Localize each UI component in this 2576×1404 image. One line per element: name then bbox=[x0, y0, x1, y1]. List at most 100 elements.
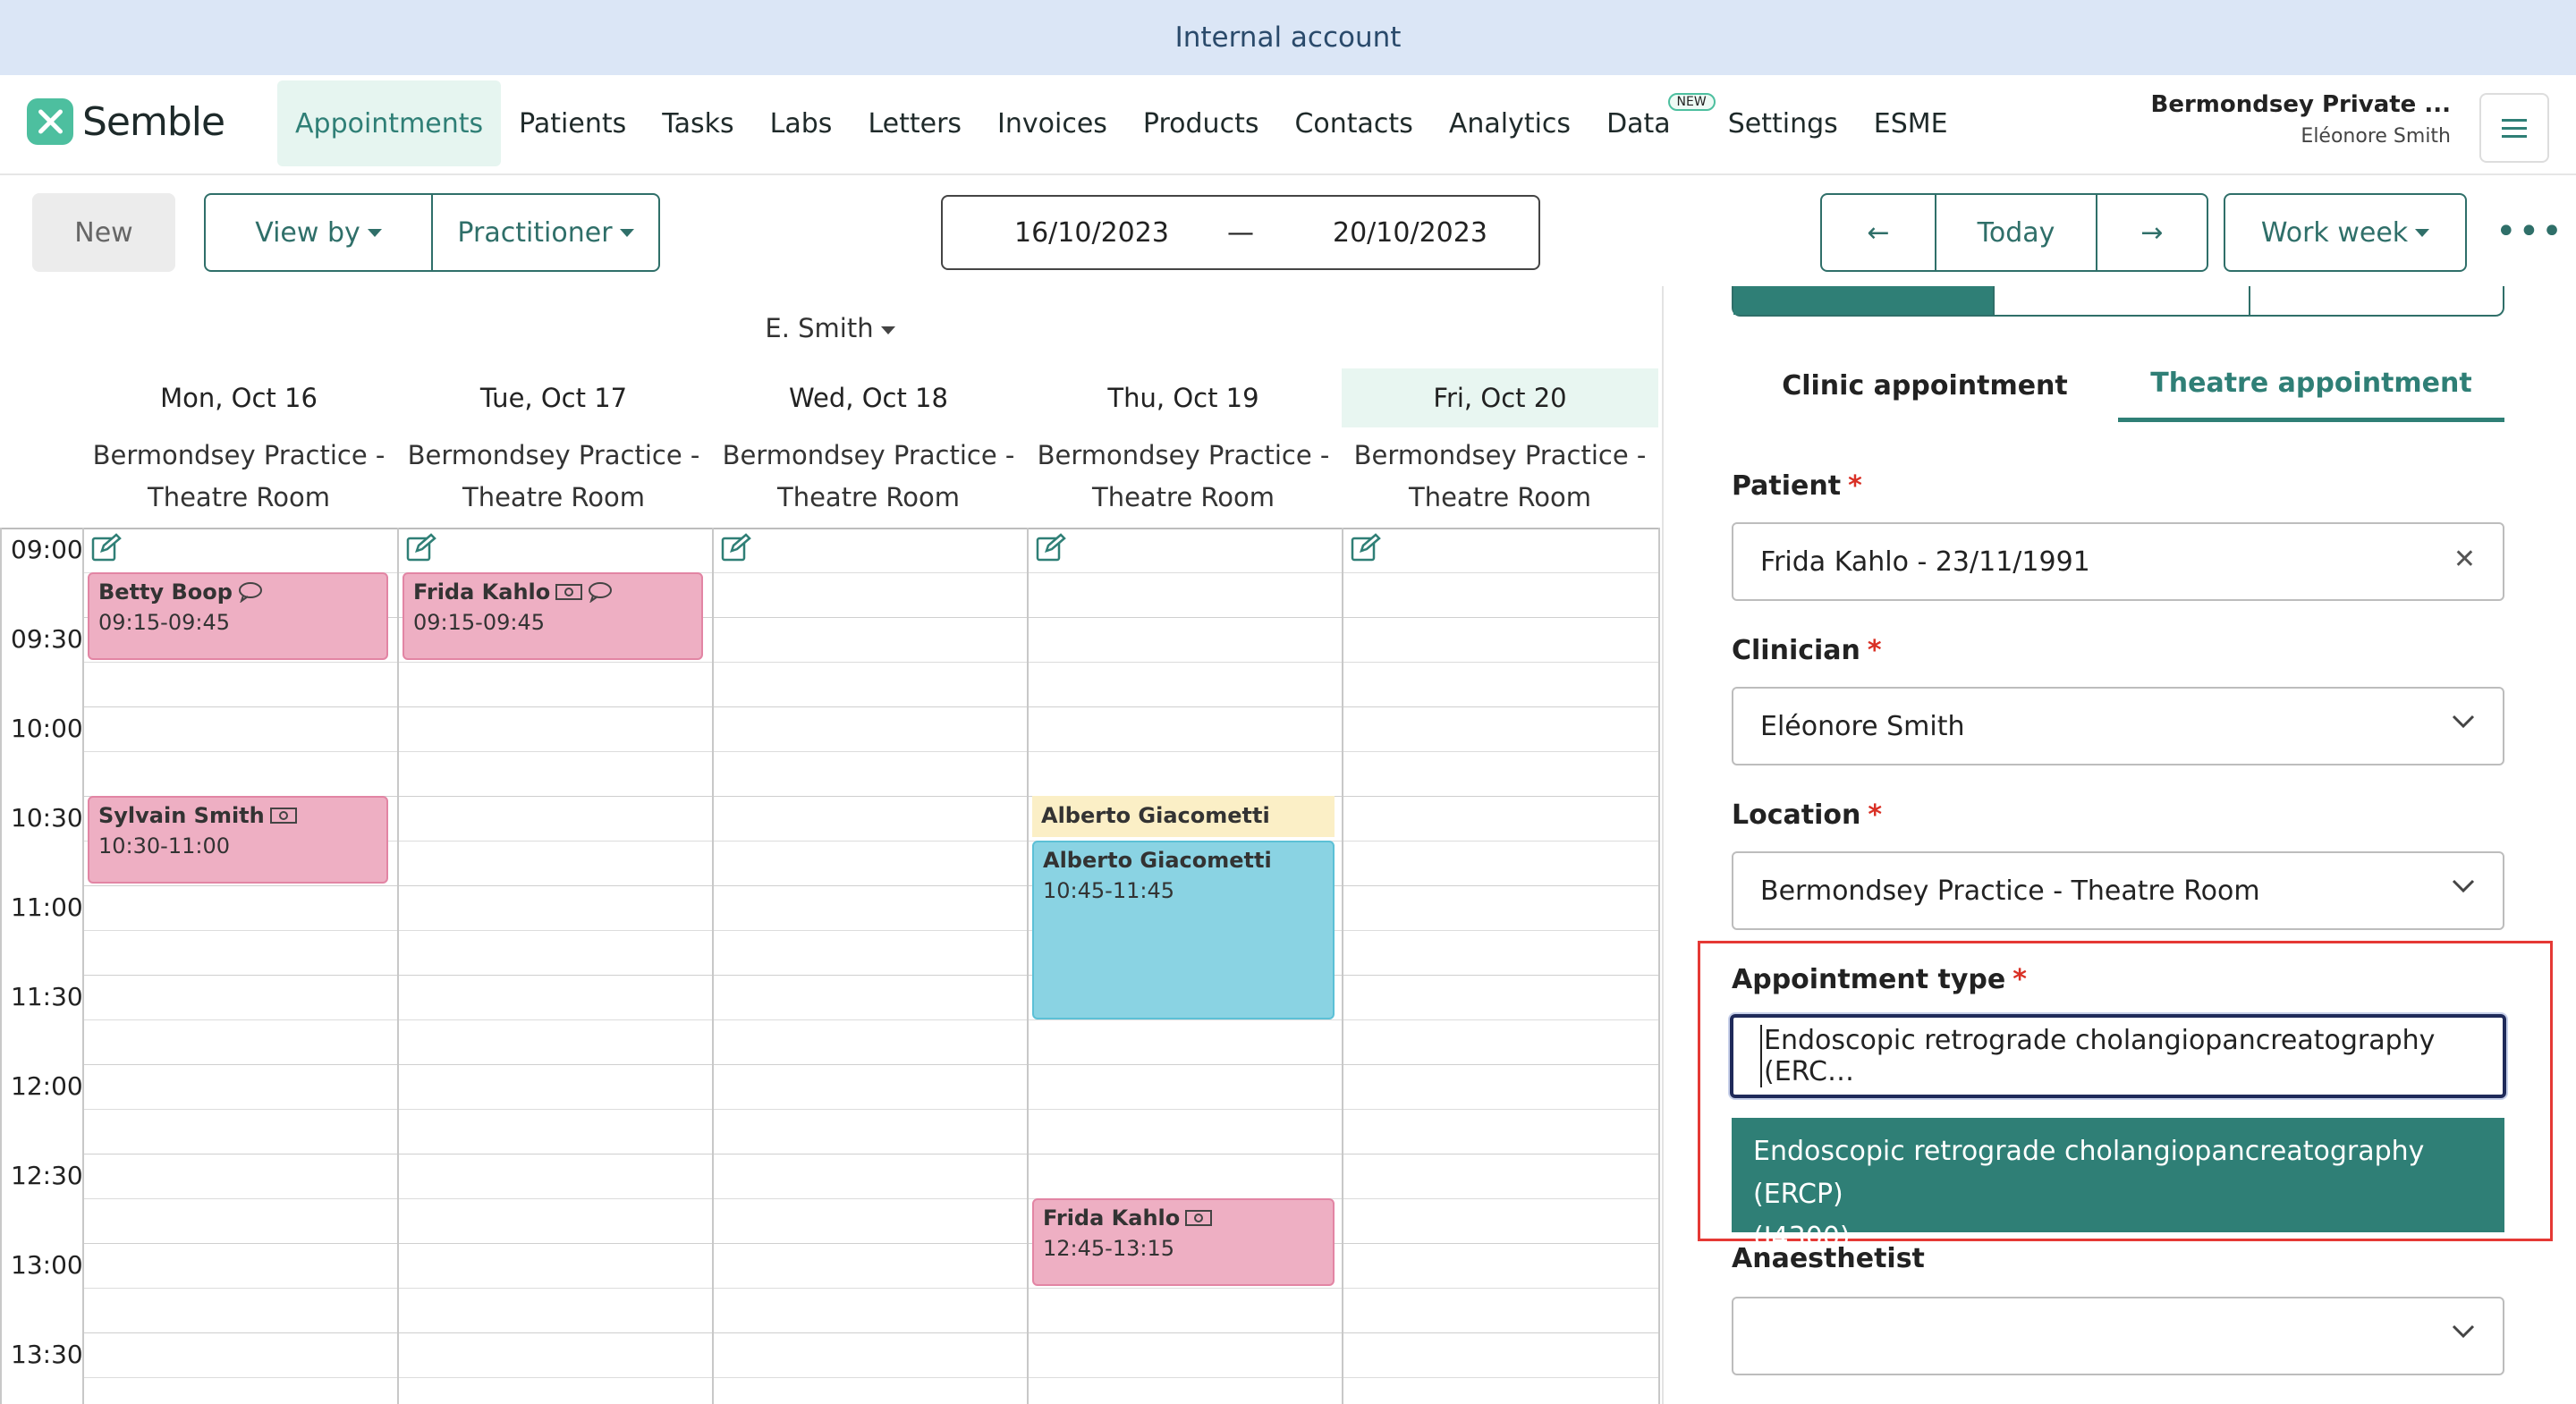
next-button[interactable]: → bbox=[2096, 195, 2207, 270]
nav-item-patients[interactable]: Patients bbox=[501, 80, 644, 166]
view-controls: View by Practitioner bbox=[204, 193, 660, 272]
hamburger-icon bbox=[2502, 126, 2527, 130]
appointment-card-pending[interactable]: Alberto Giacometti bbox=[1032, 796, 1335, 837]
column-divider bbox=[0, 528, 2, 1404]
clinician-select[interactable]: Eléonore Smith bbox=[1732, 687, 2504, 765]
edit-icon[interactable] bbox=[91, 533, 122, 562]
practitioner-dropdown[interactable]: Practitioner bbox=[431, 195, 658, 270]
patient-field[interactable]: Frida Kahlo - 23/11/1991 ✕ bbox=[1732, 522, 2504, 601]
edit-icon[interactable] bbox=[721, 533, 751, 562]
new-button-label: New bbox=[74, 216, 133, 249]
time-label: 12:30 bbox=[11, 1161, 83, 1190]
tab-clinic-appointment[interactable]: Clinic appointment bbox=[1732, 349, 2118, 422]
view-by-label: View by bbox=[255, 216, 360, 249]
nav-item-invoices[interactable]: Invoices bbox=[979, 80, 1125, 166]
appointment-time: 12:45-13:15 bbox=[1043, 1236, 1174, 1261]
appointment-time: 09:15-09:45 bbox=[98, 610, 230, 635]
nav-item-esme[interactable]: ESME bbox=[1856, 80, 1966, 166]
appointment-card[interactable]: Frida Kahlo 12:45-13:15 bbox=[1032, 1198, 1335, 1286]
location-line: Theatre Room bbox=[1091, 482, 1275, 512]
account-switcher[interactable]: Bermondsey Private ... Eléonore Smith bbox=[2151, 91, 2452, 148]
nav-item-analytics[interactable]: Analytics bbox=[1431, 80, 1589, 166]
nav-item-contacts[interactable]: Contacts bbox=[1276, 80, 1430, 166]
nav-item-data[interactable]: Data NEW bbox=[1589, 80, 1716, 166]
nav-label: Data bbox=[1606, 107, 1671, 140]
appointment-card[interactable]: Betty Boop 09:15-09:45 bbox=[88, 572, 388, 660]
semble-logo[interactable]: Semble bbox=[27, 98, 225, 145]
appointment-type-label: Appointment type * bbox=[1732, 964, 2027, 995]
edit-icon[interactable] bbox=[1351, 533, 1381, 562]
time-label: 11:30 bbox=[11, 982, 83, 1011]
grid-line bbox=[82, 975, 1660, 976]
day-label: Mon, Oct 16 bbox=[160, 383, 318, 413]
nav-item-appointments[interactable]: Appointments bbox=[277, 80, 502, 166]
grid-line bbox=[82, 1109, 1660, 1110]
time-label: 13:00 bbox=[11, 1250, 83, 1280]
nav-label: ESME bbox=[1873, 107, 1948, 140]
work-week-dropdown[interactable]: Work week bbox=[2224, 193, 2467, 272]
appointment-type-option[interactable]: Endoscopic retrograde cholangiopancreato… bbox=[1732, 1118, 2504, 1253]
nav-label: Appointments bbox=[295, 107, 484, 140]
patient-value: Frida Kahlo - 23/11/1991 bbox=[1760, 546, 2090, 578]
tab-label: Clinic appointment bbox=[1782, 369, 2068, 402]
day-header-mon: Mon, Oct 16 bbox=[82, 368, 395, 427]
caret-down-icon bbox=[880, 326, 895, 334]
day-location-thu: Bermondsey Practice - Theatre Room bbox=[1027, 429, 1340, 528]
appointment-card[interactable]: Sylvain Smith 10:30-11:00 bbox=[88, 796, 388, 884]
anaesthetist-select[interactable] bbox=[1732, 1297, 2504, 1375]
appointment-panel: Clinic appointment Theatre appointment P… bbox=[1662, 286, 2576, 1404]
top-navigation: Semble Appointments Patients Tasks Labs … bbox=[0, 75, 2576, 175]
clear-icon[interactable]: ✕ bbox=[2453, 544, 2476, 575]
menu-button[interactable] bbox=[2479, 93, 2549, 163]
view-by-dropdown[interactable]: View by bbox=[206, 195, 431, 270]
date-range-picker[interactable]: 16/10/2023 — 20/10/2023 bbox=[941, 195, 1540, 270]
tab-theatre-appointment[interactable]: Theatre appointment bbox=[2118, 349, 2504, 422]
day-location-wed: Bermondsey Practice - Theatre Room bbox=[712, 429, 1025, 528]
chevron-down-icon bbox=[2452, 1324, 2475, 1339]
grid-line bbox=[82, 1243, 1660, 1244]
mode-option[interactable] bbox=[2249, 286, 2503, 315]
more-options-icon[interactable]: ••• bbox=[2496, 211, 2564, 252]
money-icon bbox=[1185, 1210, 1213, 1226]
nav-item-products[interactable]: Products bbox=[1125, 80, 1277, 166]
chevron-down-icon bbox=[2452, 715, 2475, 729]
date-to[interactable]: 20/10/2023 bbox=[1333, 217, 1487, 249]
time-label: 09:30 bbox=[11, 624, 83, 654]
nav-item-settings[interactable]: Settings bbox=[1710, 80, 1856, 166]
practitioner-name: E. Smith bbox=[765, 313, 874, 343]
mode-option[interactable] bbox=[1733, 286, 1993, 315]
time-label: 10:30 bbox=[11, 803, 83, 833]
appointment-type-input[interactable]: Endoscopic retrograde cholangiopancreato… bbox=[1730, 1014, 2506, 1098]
banner-text: Internal account bbox=[1174, 21, 1402, 54]
location-select[interactable]: Bermondsey Practice - Theatre Room bbox=[1732, 851, 2504, 930]
nav-item-tasks[interactable]: Tasks bbox=[644, 80, 751, 166]
time-label: 12:00 bbox=[11, 1071, 83, 1101]
appointment-card[interactable]: Alberto Giacometti 10:45-11:45 bbox=[1032, 841, 1335, 1019]
nav-item-letters[interactable]: Letters bbox=[850, 80, 979, 166]
time-grid[interactable]: 09:00 09:30 10:00 10:30 11:00 11:30 12:0… bbox=[0, 528, 1660, 1404]
grid-line bbox=[82, 1019, 1660, 1020]
tab-label: Theatre appointment bbox=[2150, 368, 2472, 399]
comment-icon bbox=[238, 582, 262, 603]
date-separator: — bbox=[1227, 216, 1254, 249]
appointment-patient: Alberto Giacometti bbox=[1041, 803, 1270, 828]
today-button[interactable]: Today bbox=[1935, 195, 2096, 270]
location-line: Theatre Room bbox=[776, 482, 960, 512]
internal-account-banner: Internal account bbox=[0, 0, 2576, 75]
day-header-fri: Fri, Oct 20 bbox=[1342, 368, 1658, 427]
previous-button[interactable]: ← bbox=[1822, 195, 1935, 270]
mode-option[interactable] bbox=[1993, 286, 2249, 315]
calendar: E. Smith Mon, Oct 16 Tue, Oct 17 Wed, Oc… bbox=[0, 295, 1660, 1404]
practitioner-selector[interactable]: E. Smith bbox=[0, 313, 1660, 343]
edit-icon[interactable] bbox=[1036, 533, 1066, 562]
nav-label: Labs bbox=[769, 107, 833, 140]
nav-label: Contacts bbox=[1294, 107, 1413, 140]
new-button[interactable]: New bbox=[32, 193, 175, 272]
time-label: 09:00 bbox=[11, 535, 83, 564]
field-label-text: Patient bbox=[1732, 470, 1842, 502]
edit-icon[interactable] bbox=[406, 533, 436, 562]
nav-item-labs[interactable]: Labs bbox=[752, 80, 851, 166]
appointment-card[interactable]: Frida Kahlo 09:15-09:45 bbox=[402, 572, 703, 660]
date-from[interactable]: 16/10/2023 bbox=[1014, 217, 1169, 249]
range-label: Work week bbox=[2260, 216, 2409, 249]
